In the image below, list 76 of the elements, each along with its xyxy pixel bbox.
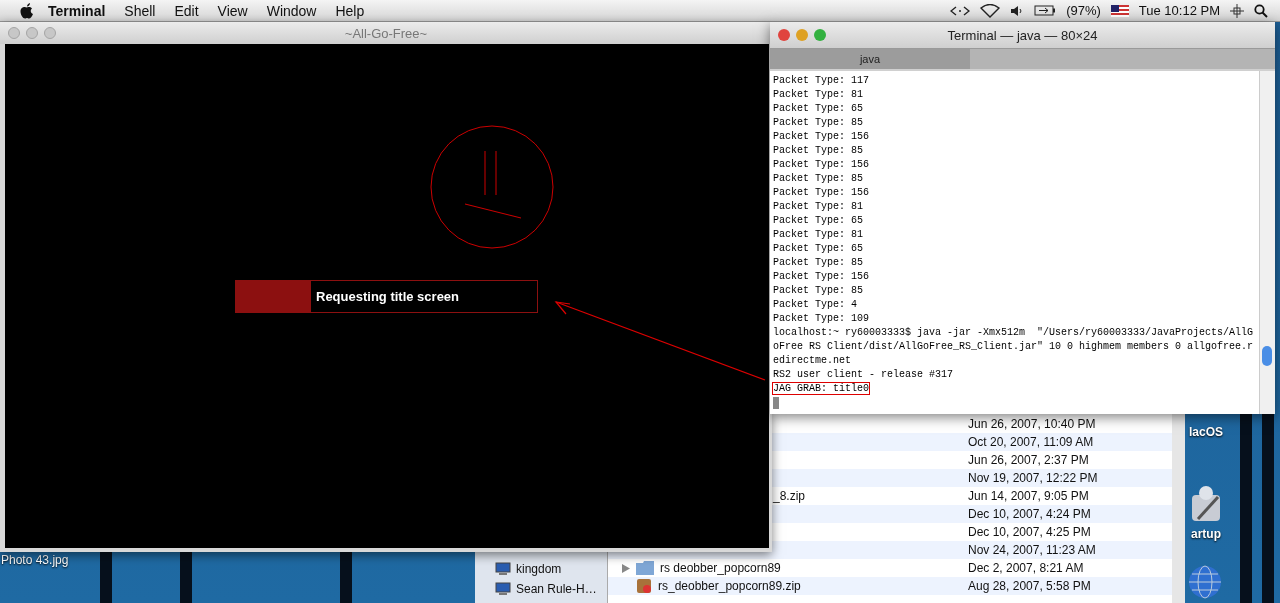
battery-percent[interactable]: (97%) xyxy=(1066,3,1101,18)
arrows-icon[interactable] xyxy=(950,5,971,16)
loading-label: Requesting title screen xyxy=(316,289,460,304)
menu-clock[interactable]: Tue 10:12 PM xyxy=(1138,3,1220,18)
terminal-line: Packet Type: 81 xyxy=(773,89,863,100)
date-cell: Nov 19, 2007, 12:22 PM xyxy=(968,471,1098,485)
date-cell: Dec 2, 2007, 8:21 AM xyxy=(968,561,1084,575)
app-label[interactable]: artup xyxy=(1191,527,1221,541)
sidebar-item[interactable]: Sean Rule-H… xyxy=(475,579,607,599)
terminal-line: Packet Type: 156 xyxy=(773,131,869,142)
window-control[interactable] xyxy=(44,27,56,39)
battery-icon[interactable] xyxy=(1034,5,1057,16)
date-cell: Jun 26, 2007, 10:40 PM xyxy=(968,417,1096,431)
terminal-line: Packet Type: 156 xyxy=(773,187,869,198)
file-name[interactable]: _8.zip xyxy=(773,489,806,503)
menu-item[interactable]: Edit xyxy=(174,2,199,19)
terminal-line: Packet Type: 4 xyxy=(773,299,857,310)
date-cell: Aug 28, 2007, 5:58 PM xyxy=(968,579,1091,593)
terminal-line: Packet Type: 156 xyxy=(773,159,869,170)
terminal-line: Packet Type: 65 xyxy=(773,215,863,226)
terminal-line: Packet Type: 117 xyxy=(773,75,869,86)
volume-icon[interactable] xyxy=(1010,4,1025,17)
file-label[interactable]: Photo 43.jpg xyxy=(1,553,69,567)
terminal-line: Packet Type: 85 xyxy=(773,285,863,296)
terminal-line: localhost:~ ry60003333$ java -jar -Xmx512m "/Users/ry60003333/JavaProjects/AllG xyxy=(773,327,1254,338)
disclosure-triangle-icon[interactable] xyxy=(622,563,630,573)
minimize-button[interactable] xyxy=(796,29,808,41)
date-cell: Jun 14, 2007, 9:05 PM xyxy=(968,489,1089,503)
terminal-line: Packet Type: 85 xyxy=(773,257,863,268)
scroll-bar[interactable] xyxy=(1259,71,1275,414)
window-title: ~All-Go-Free~ xyxy=(344,25,428,41)
computer-icon xyxy=(495,582,511,596)
terminal-line: Packet Type: 85 xyxy=(773,173,863,184)
window-control[interactable] xyxy=(8,27,20,39)
terminal-line: JAG GRAB: title0 xyxy=(773,383,869,394)
app-menu[interactable]: Terminal xyxy=(48,2,106,19)
scroll-bar[interactable] xyxy=(1172,414,1185,603)
terminal-line: Packet Type: 81 xyxy=(773,229,863,240)
apple-icon[interactable] xyxy=(20,2,34,19)
flag-icon[interactable] xyxy=(1110,4,1129,17)
terminal-line: oFree RS Client/dist/AllGoFree_RS_Client.jar" 10 0 highmem members 0 allgofree.r xyxy=(773,341,1254,352)
wifi-icon[interactable] xyxy=(980,3,1001,18)
date-cell: Oct 20, 2007, 11:09 AM xyxy=(968,435,1094,449)
date-cell: Dec 10, 2007, 4:25 PM xyxy=(968,525,1091,539)
terminal-tab[interactable]: java xyxy=(770,49,970,69)
terminal-line: Packet Type: 109 xyxy=(773,313,869,324)
menu-item[interactable]: View xyxy=(217,2,248,19)
window-control[interactable] xyxy=(26,27,38,39)
date-cell: Nov 24, 2007, 11:23 AM xyxy=(968,543,1096,557)
menu-item[interactable]: Help xyxy=(335,2,365,19)
terminal-line: Packet Type: 85 xyxy=(773,145,863,156)
disk-label[interactable]: lacOS xyxy=(1189,425,1223,439)
zoom-button[interactable] xyxy=(814,29,826,41)
date-cell: Dec 10, 2007, 4:24 PM xyxy=(968,507,1091,521)
menu-item[interactable]: Window xyxy=(266,2,317,19)
archive-icon xyxy=(636,578,652,594)
terminal-line: Packet Type: 81 xyxy=(773,201,863,212)
menu-item[interactable]: Shell xyxy=(124,2,156,19)
search-icon[interactable] xyxy=(1254,3,1268,18)
sidebar-item[interactable]: kingdom xyxy=(475,559,607,579)
date-cell: Jun 26, 2007, 2:37 PM xyxy=(968,453,1089,467)
computer-icon xyxy=(495,562,511,576)
spaces-icon[interactable] xyxy=(1230,3,1244,18)
terminal-line: Packet Type: 65 xyxy=(773,103,863,114)
terminal-line: Packet Type: 85 xyxy=(773,117,863,128)
globe-icon[interactable] xyxy=(1188,565,1222,599)
terminal-line: Packet Type: 156 xyxy=(773,271,869,282)
terminal-line: RS2 user client - release #317 xyxy=(773,369,954,380)
text-cursor xyxy=(773,397,779,409)
file-name[interactable]: rs_deobber_popcorn89.zip xyxy=(658,579,801,593)
folder-icon xyxy=(636,561,654,575)
close-button[interactable] xyxy=(778,29,790,41)
terminal-line: Packet Type: 65 xyxy=(773,243,863,254)
terminal-line: edirectme.net xyxy=(773,355,851,366)
window-title: Terminal — java — 80×24 xyxy=(947,27,1098,43)
file-name[interactable]: rs deobber_popcorn89 xyxy=(660,561,781,575)
